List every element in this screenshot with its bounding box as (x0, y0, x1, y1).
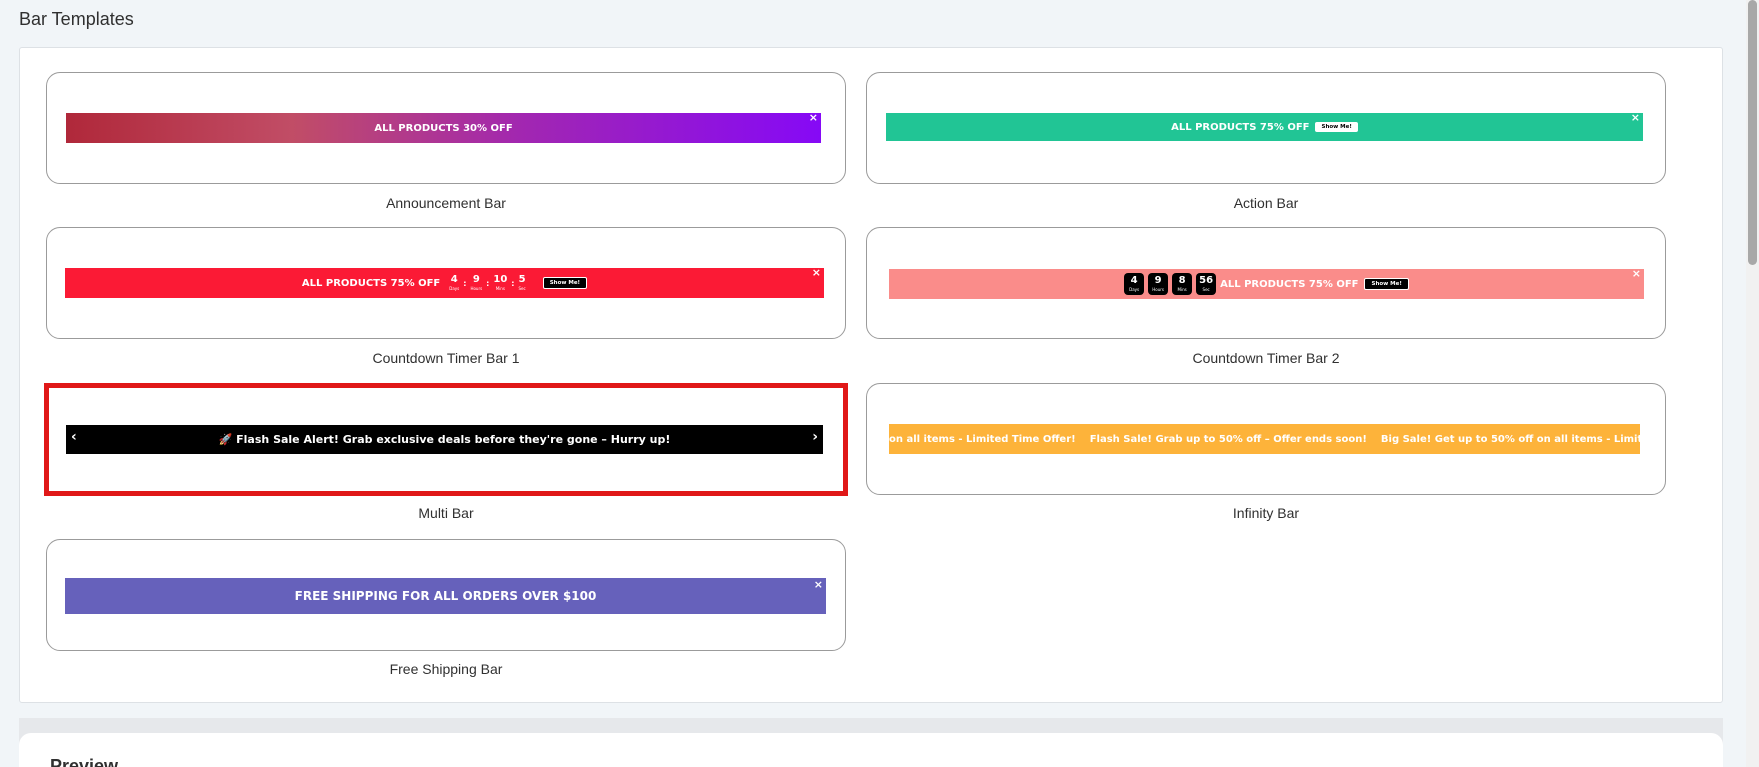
template-label-action: Action Bar (1233, 195, 1299, 211)
marquee-item: Flash Sale! Grab up to 50% off – Offer e… (1089, 433, 1367, 445)
template-card-infinity[interactable]: on all items - Limited Time Offer! Flash… (866, 383, 1666, 495)
timer-seconds: 56 Sec (1196, 273, 1217, 295)
timer-hours: 9 Hours (1148, 273, 1169, 295)
section-title: Bar Templates (19, 9, 134, 29)
template-label-announcement: Announcement Bar (386, 195, 506, 211)
timer-minutes: 10 Mins (493, 274, 508, 291)
template-card-announcement[interactable]: ALL PRODUCTS 30% OFF × (46, 72, 846, 184)
preview-card (19, 733, 1723, 767)
chevron-right-icon: › (812, 429, 818, 445)
template-label-free-shipping: Free Shipping Bar (389, 661, 503, 677)
close-icon: × (808, 113, 818, 124)
template-label-multi: Multi Bar (418, 505, 474, 521)
show-me-button: Show Me! (1315, 122, 1358, 132)
template-label-countdown-1: Countdown Timer Bar 1 (372, 350, 520, 366)
template-label-countdown-2: Countdown Timer Bar 2 (1192, 350, 1340, 366)
templates-panel: ALL PRODUCTS 30% OFF × Announcement Bar … (19, 47, 1723, 703)
bar-text: ALL PRODUCTS 75% OFF (1220, 278, 1359, 290)
countdown-bar-2-preview: 4 Days 9 Hours 8 Mins 56 Sec ALL PRODUCTS 75… (889, 269, 1644, 299)
template-label-infinity: Infinity Bar (1232, 505, 1300, 521)
template-card-countdown-1[interactable]: ALL PRODUCTS 75% OFF 4 Days : 9 Hours : 10… (46, 227, 846, 339)
timer-days: 4 Days (449, 274, 460, 291)
infinity-bar-preview: on all items - Limited Time Offer! Flash… (889, 424, 1640, 454)
close-icon: × (813, 578, 823, 591)
show-me-button: Show Me! (542, 277, 588, 289)
timer-minutes: 8 Mins (1172, 273, 1193, 295)
marquee-item: on all items - Limited Time Offer! (889, 433, 1076, 445)
bar-text: ALL PRODUCTS 75% OFF (301, 277, 441, 289)
close-icon: × (811, 268, 821, 279)
bar-text: 🚀 Flash Sale Alert! Grab exclusive deals… (218, 433, 671, 446)
timer-hours: 9 Hours (470, 274, 483, 291)
preview-title: Preview (50, 756, 119, 767)
announcement-bar-preview: ALL PRODUCTS 30% OFF × (66, 113, 821, 143)
template-card-free-shipping[interactable]: FREE SHIPPING FOR ALL ORDERS OVER $100 × (46, 539, 846, 651)
scrollbar-thumb[interactable] (1748, 0, 1757, 265)
close-icon: × (1630, 113, 1640, 124)
template-card-countdown-2[interactable]: 4 Days 9 Hours 8 Mins 56 Sec ALL PRODUCTS 75… (866, 227, 1666, 339)
template-card-action[interactable]: ALL PRODUCTS 75% OFF Show Me! × (866, 72, 1666, 184)
timer-seconds: 5 Sec (518, 274, 526, 291)
action-bar-preview: ALL PRODUCTS 75% OFF Show Me! × (886, 113, 1643, 141)
template-card-multi[interactable]: ‹ 🚀 Flash Sale Alert! Grab exclusive dea… (44, 383, 848, 496)
show-me-button: Show Me! (1364, 278, 1409, 290)
countdown-bar-1-preview: ALL PRODUCTS 75% OFF 4 Days : 9 Hours : 10… (65, 268, 824, 298)
free-shipping-bar-preview: FREE SHIPPING FOR ALL ORDERS OVER $100 × (65, 578, 826, 614)
bar-text: ALL PRODUCTS 75% OFF (1171, 121, 1310, 133)
chevron-left-icon: ‹ (71, 429, 77, 445)
multi-bar-preview: ‹ 🚀 Flash Sale Alert! Grab exclusive dea… (66, 425, 823, 454)
marquee-item: Big Sale! Get up to 50% off on all items… (1380, 433, 1640, 445)
page-scrollbar[interactable] (1746, 0, 1759, 767)
timer-days: 4 Days (1124, 273, 1145, 295)
close-icon: × (1631, 269, 1641, 280)
bar-text: ALL PRODUCTS 30% OFF (374, 122, 513, 134)
bar-text: FREE SHIPPING FOR ALL ORDERS OVER $100 (294, 589, 597, 603)
